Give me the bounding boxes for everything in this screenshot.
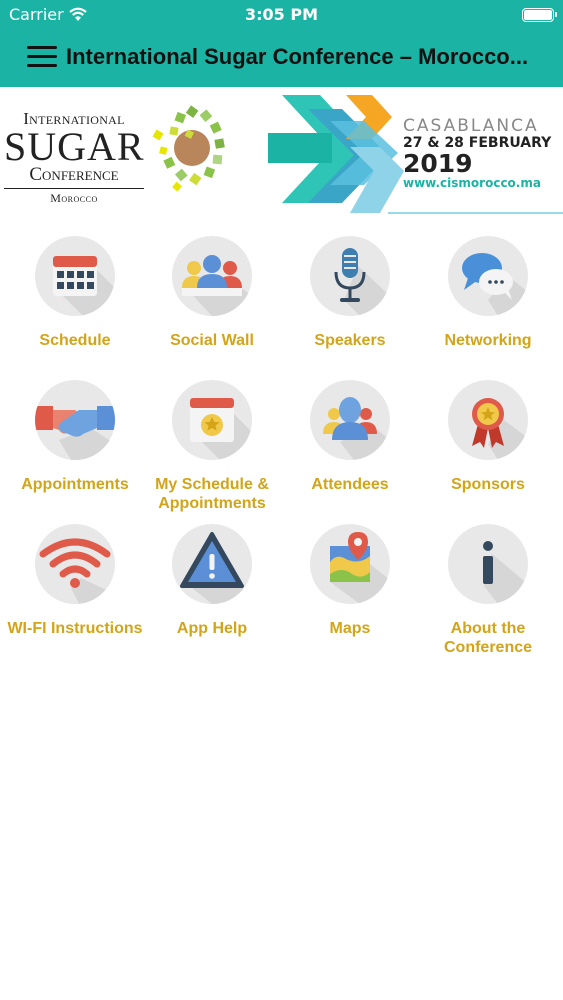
- event-info: CASABLANCA 27 & 28 FEBRUARY 2019 www.cis…: [403, 117, 551, 190]
- menu-item-schedule[interactable]: Schedule: [5, 236, 145, 376]
- group-icon: [310, 380, 390, 460]
- menu-label: About the Conference: [443, 620, 533, 656]
- menu-item-attendees[interactable]: Attendees: [280, 380, 420, 520]
- menu-label: WI-FI Instructions: [7, 620, 143, 637]
- brand-line-4: Morocco: [50, 191, 98, 205]
- award-ribbon-icon: [448, 380, 528, 460]
- conference-banner: International SUGAR Conference Morocco C…: [0, 87, 563, 217]
- menu-item-maps[interactable]: Maps: [280, 524, 420, 664]
- menu-label: My Schedule & Appointments: [155, 476, 269, 512]
- menu-item-appointments[interactable]: Appointments: [5, 380, 145, 520]
- handshake-icon: [35, 380, 115, 460]
- menu-item-speakers[interactable]: Speakers: [280, 236, 420, 376]
- menu-item-app-help[interactable]: App Help: [142, 524, 282, 664]
- app-header: Carrier 3:05 PM International Sugar Conf…: [0, 0, 563, 87]
- menu-label: Speakers: [314, 332, 386, 349]
- wifi-icon: [35, 524, 115, 604]
- sugar-logo-icon: [152, 105, 225, 192]
- menu-label: Sponsors: [451, 476, 525, 493]
- menu-label: Appointments: [21, 476, 129, 493]
- battery-icon: [522, 8, 557, 22]
- event-year: 2019: [403, 149, 473, 178]
- event-city: CASABLANCA: [403, 116, 539, 136]
- menu-item-my-schedule[interactable]: My Schedule & Appointments: [142, 380, 282, 520]
- menu-item-social-wall[interactable]: Social Wall: [142, 236, 282, 376]
- menu-item-about[interactable]: About the Conference: [418, 524, 558, 664]
- menu-label: Attendees: [311, 476, 389, 493]
- calendar-icon: [35, 236, 115, 316]
- map-icon: [310, 524, 390, 604]
- starred-calendar-icon: [172, 380, 252, 460]
- warning-icon: [172, 524, 252, 604]
- status-bar: Carrier 3:05 PM: [0, 0, 563, 30]
- people-icon: [172, 236, 252, 316]
- page-title: International Sugar Conference – Morocco…: [66, 44, 529, 69]
- microphone-icon: [310, 236, 390, 316]
- menu-item-networking[interactable]: Networking: [418, 236, 558, 376]
- menu-item-wifi-instructions[interactable]: WI-FI Instructions: [5, 524, 145, 664]
- menu-label: Schedule: [39, 332, 111, 349]
- info-icon: [448, 524, 528, 604]
- nav-bar: International Sugar Conference – Morocco…: [0, 30, 563, 87]
- menu-label: Networking: [444, 332, 532, 349]
- hamburger-menu-icon[interactable]: [27, 46, 57, 68]
- event-url[interactable]: www.cismorocco.ma: [403, 177, 551, 190]
- menu-label: App Help: [176, 620, 248, 637]
- menu-label: Maps: [329, 620, 371, 637]
- status-time: 3:05 PM: [244, 5, 318, 24]
- chat-bubbles-icon: [448, 236, 528, 316]
- menu-item-sponsors[interactable]: Sponsors: [418, 380, 558, 520]
- menu-label: Social Wall: [170, 332, 254, 349]
- brand-line-2: SUGAR: [4, 124, 145, 169]
- brand-wordmark: International SUGAR Conference Morocco: [4, 109, 144, 206]
